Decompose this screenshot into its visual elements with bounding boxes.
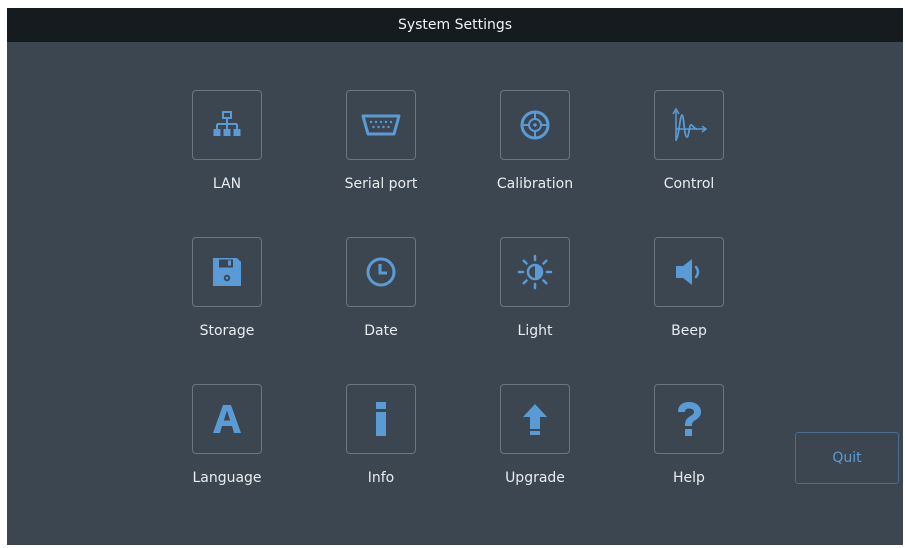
serial-port-icon <box>346 90 416 160</box>
light-tile[interactable]: Light <box>475 237 595 347</box>
beep-tile[interactable]: Beep <box>629 237 749 347</box>
calibration-icon <box>500 90 570 160</box>
control-curve-icon <box>654 90 724 160</box>
question-mark-icon <box>654 384 724 454</box>
date-tile[interactable]: Date <box>321 237 441 347</box>
serial-port-label: Serial port <box>344 176 418 192</box>
letter-a-icon <box>192 384 262 454</box>
beep-label: Beep <box>671 323 707 339</box>
language-label: Language <box>192 470 262 486</box>
control-label: Control <box>663 176 715 192</box>
date-label: Date <box>364 323 398 339</box>
network-icon <box>192 90 262 160</box>
system-settings-screen: System Settings LAN Serial port Calibrat… <box>7 8 903 545</box>
lan-label: LAN <box>212 176 242 192</box>
info-tile[interactable]: Info <box>321 384 441 494</box>
upgrade-label: Upgrade <box>505 470 565 486</box>
help-tile[interactable]: Help <box>629 384 749 494</box>
language-tile[interactable]: Language <box>167 384 287 494</box>
info-icon <box>346 384 416 454</box>
storage-tile[interactable]: Storage <box>167 237 287 347</box>
brightness-icon <box>500 237 570 307</box>
lan-tile[interactable]: LAN <box>167 90 287 200</box>
serial-port-tile[interactable]: Serial port <box>321 90 441 200</box>
page-title: System Settings <box>7 8 903 42</box>
floppy-disk-icon <box>192 237 262 307</box>
storage-label: Storage <box>199 323 255 339</box>
speaker-icon <box>654 237 724 307</box>
upgrade-tile[interactable]: Upgrade <box>475 384 595 494</box>
info-label: Info <box>367 470 395 486</box>
up-arrow-icon <box>500 384 570 454</box>
light-label: Light <box>517 323 553 339</box>
control-tile[interactable]: Control <box>629 90 749 200</box>
help-label: Help <box>673 470 705 486</box>
clock-icon <box>346 237 416 307</box>
quit-button[interactable]: Quit <box>795 432 899 484</box>
calibration-label: Calibration <box>496 176 574 192</box>
calibration-tile[interactable]: Calibration <box>475 90 595 200</box>
